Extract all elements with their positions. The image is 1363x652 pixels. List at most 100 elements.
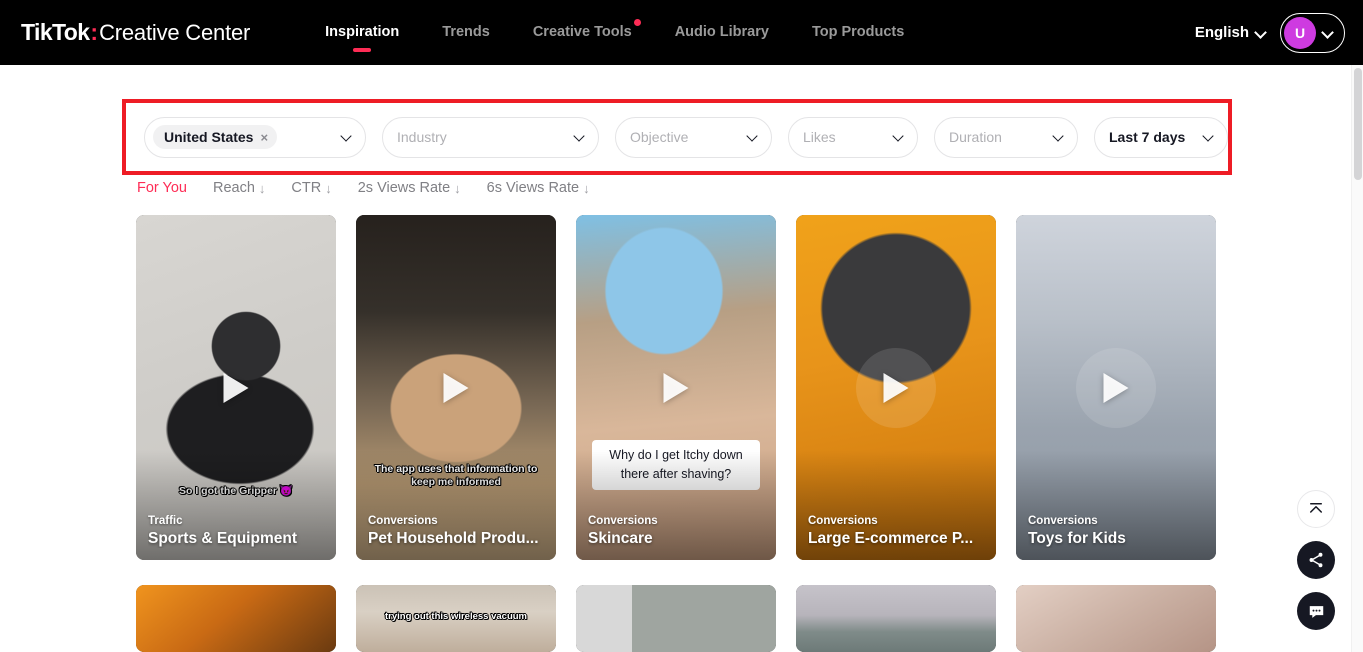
card-title: Large E-commerce P... [808,530,974,547]
card-title: Sports & Equipment [148,530,297,547]
filter-likes[interactable]: Likes [788,116,918,158]
card-objective-label: Conversions [588,515,658,527]
play-icon[interactable] [223,372,249,403]
scrollbar-thumb[interactable] [1354,68,1362,180]
nav-item-inspiration[interactable]: Inspiration [325,23,400,52]
video-thumbnail [1016,585,1216,652]
filter-industry-label: Industry [397,129,447,145]
filter-bar: United States × Industry Objective Likes… [126,103,1228,171]
play-icon[interactable] [663,372,689,403]
video-card[interactable] [136,585,336,652]
video-card[interactable]: So I got the Gripper 😈 Traffic Sports & … [136,215,336,560]
nav-item-creative-tools-label: Creative Tools [532,23,632,40]
card-title: Pet Household Produ... [368,530,539,547]
chevron-down-icon [1203,132,1214,143]
video-card[interactable] [1016,585,1216,652]
card-meta: Conversions Pet Household Produ... [368,515,544,548]
play-icon[interactable] [883,372,909,403]
feedback-button[interactable] [1297,592,1335,630]
sort-tab-ctr[interactable]: CTR ↓ [291,180,331,196]
floating-action-buttons [1297,490,1335,630]
share-button[interactable] [1297,541,1335,579]
card-title: Skincare [588,530,653,547]
video-card[interactable]: Conversions Large E-commerce P... [796,215,996,560]
active-tab-underline [353,48,372,52]
page-root: TikTok : Creative Center Inspiration Tre… [0,0,1363,652]
video-thumbnail [136,585,336,652]
card-objective-label: Traffic [148,515,183,527]
sort-tab-reach[interactable]: Reach ↓ [213,180,265,196]
nav-item-audio-library[interactable]: Audio Library [675,24,769,42]
nav-right-controls: English U [1195,0,1345,65]
filter-country[interactable]: United States × [144,116,366,158]
video-card[interactable]: trying out this wireless vacuum [356,585,556,652]
filter-likes-label: Likes [803,129,836,145]
brand-colon: : [90,19,99,45]
video-card[interactable] [796,585,996,652]
chevron-down-icon [341,132,352,143]
video-thumbnail [796,585,996,652]
brand-logo[interactable]: TikTok : Creative Center [21,19,250,46]
nav-item-top-products[interactable]: Top Products [812,24,904,42]
nav-item-top-products-label: Top Products [811,23,905,40]
play-icon[interactable] [443,372,469,403]
sort-descending-icon: ↓ [325,180,332,196]
video-card[interactable]: Why do I get Itchy down there after shav… [576,215,776,560]
filter-duration-label: Duration [949,129,1002,145]
video-thumbnail [576,585,776,652]
nav-item-trends-label: Trends [442,23,490,40]
notification-dot-icon [633,18,641,26]
video-caption-overlay: trying out this wireless vacuum [384,611,527,622]
nav-item-inspiration-label: Inspiration [325,23,400,40]
sort-tab-for-you[interactable]: For You [137,180,187,196]
chevron-down-icon [747,132,758,143]
avatar-initial: U [1294,24,1306,41]
filter-duration[interactable]: Duration [934,116,1078,158]
card-meta: Traffic Sports & Equipment [148,515,324,548]
scroll-to-top-icon [1310,503,1322,513]
language-selector[interactable]: English [1195,24,1266,41]
card-meta: Conversions Skincare [588,515,764,548]
nav-item-trends[interactable]: Trends [442,24,490,42]
sort-tab-ctr-label: CTR [291,180,322,196]
close-icon[interactable]: × [260,131,268,144]
card-objective-label: Conversions [808,515,878,527]
filter-objective[interactable]: Objective [615,116,772,158]
card-objective-label: Conversions [368,515,438,527]
sort-tab-6s-views-rate[interactable]: 6s Views Rate ↓ [487,180,590,196]
account-menu[interactable]: U [1280,12,1345,53]
country-chip: United States × [153,125,278,149]
sort-descending-icon: ↓ [258,180,266,196]
sort-tabs: For You Reach ↓ CTR ↓ 2s Views Rate ↓ 6s… [137,180,590,196]
chevron-down-icon [893,132,904,143]
chat-icon [1309,605,1323,618]
page-scrollbar[interactable] [1351,65,1363,652]
play-icon[interactable] [1103,372,1129,403]
share-icon [1309,552,1323,568]
filter-industry[interactable]: Industry [382,116,599,158]
sort-descending-icon: ↓ [454,180,461,196]
avatar: U [1284,16,1316,49]
filter-bar-highlight: United States × Industry Objective Likes… [122,99,1232,175]
scroll-to-top-button[interactable] [1297,490,1335,528]
chevron-down-icon [1322,27,1333,38]
filter-objective-label: Objective [630,129,689,145]
video-card[interactable]: Conversions Toys for Kids [1016,215,1216,560]
sort-tab-2s-views-rate[interactable]: 2s Views Rate ↓ [358,180,461,196]
card-meta: Conversions Toys for Kids [1028,515,1204,548]
video-card-grid-row-2: trying out this wireless vacuum [136,585,1216,652]
chevron-down-icon [1053,132,1064,143]
country-chip-label: United States [164,129,254,145]
nav-item-creative-tools[interactable]: Creative Tools [532,18,641,42]
sort-tab-for-you-label: For You [137,180,187,196]
sort-tab-2s-views-rate-label: 2s Views Rate [357,180,451,196]
nav-item-audio-library-label: Audio Library [674,23,769,40]
card-objective-label: Conversions [1028,515,1098,527]
filter-date-range[interactable]: Last 7 days [1094,116,1228,158]
video-card[interactable]: The app uses that information to keep me… [356,215,556,560]
brand-creative-center-text: Creative Center [99,20,251,45]
chevron-down-icon [1255,27,1266,38]
sort-tab-reach-label: Reach [213,180,255,196]
sort-tab-6s-views-rate-label: 6s Views Rate [486,180,580,196]
video-card[interactable] [576,585,776,652]
